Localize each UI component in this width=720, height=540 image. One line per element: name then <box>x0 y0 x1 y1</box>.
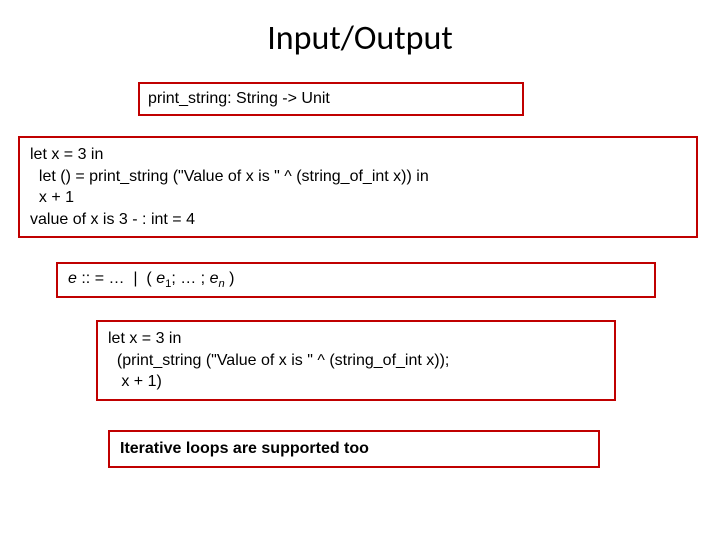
code-example-2-box: let x = 3 in (print_string ("Value of x … <box>96 320 616 401</box>
caption-text: Iterative loops are supported too <box>120 440 369 457</box>
code-example-1-box: let x = 3 in let () = print_string ("Val… <box>18 136 698 238</box>
code-line: let x = 3 in <box>30 144 686 166</box>
type-signature-box: print_string: String -> Unit <box>138 82 524 116</box>
caption-box: Iterative loops are supported too <box>108 430 600 468</box>
grammar-close: ) <box>225 270 235 287</box>
grammar-e: e <box>68 270 77 287</box>
code-line: x + 1) <box>108 371 604 393</box>
code-line: (print_string ("Value of x is " ^ (strin… <box>108 350 604 372</box>
grammar-mid: ; … ; <box>171 270 209 287</box>
grammar-op: :: = … | ( <box>77 270 156 287</box>
grammar-box: e :: = … | ( e1; … ; en ) <box>56 262 656 298</box>
code-line: value of x is 3 - : int = 4 <box>30 209 686 231</box>
code-line: let () = print_string ("Value of x is " … <box>30 166 686 188</box>
code-line: x + 1 <box>30 187 686 209</box>
page-title: Input/Output <box>0 0 720 71</box>
type-signature-text: print_string: String -> Unit <box>148 90 330 107</box>
code-line: let x = 3 in <box>108 328 604 350</box>
grammar-e1: e <box>156 270 165 287</box>
